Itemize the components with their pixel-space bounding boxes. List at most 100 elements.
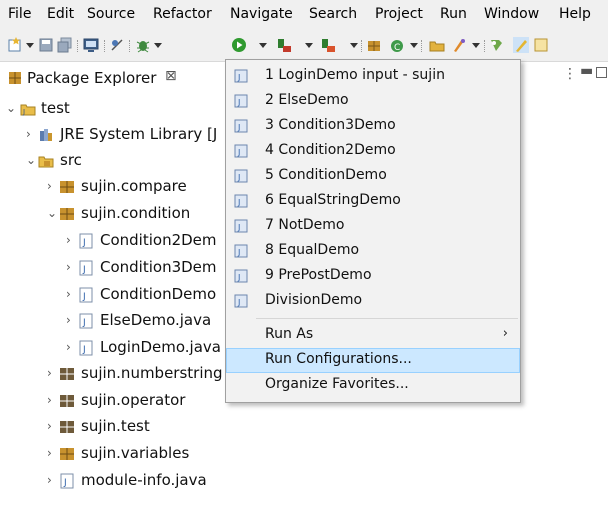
svg-text:J: J bbox=[82, 238, 86, 248]
package-icon bbox=[59, 446, 75, 462]
debug-dropdown-arrow[interactable] bbox=[154, 43, 162, 48]
run-history-label: 4 Condition2Demo bbox=[265, 142, 396, 158]
tree-item-java-file[interactable]: › J ConditionDemo bbox=[66, 284, 226, 306]
tree-item-java-file[interactable]: › J Condition3Dem bbox=[66, 257, 226, 279]
svg-text:J: J bbox=[82, 345, 86, 355]
new-dropdown-arrow[interactable] bbox=[26, 43, 34, 48]
run-history-item[interactable]: J 8 EqualDemo bbox=[226, 239, 520, 264]
new-java-package-icon[interactable] bbox=[366, 37, 382, 53]
external-tools-dropdown-arrow[interactable] bbox=[350, 43, 358, 48]
coverage-dropdown-arrow[interactable] bbox=[305, 43, 313, 48]
run-history-item[interactable]: J 6 EqualStringDemo bbox=[226, 189, 520, 214]
run-history-label: 3 Condition3Demo bbox=[265, 117, 396, 133]
chevron-right-icon[interactable]: › bbox=[47, 393, 57, 407]
chevron-down-icon[interactable]: ⌄ bbox=[26, 153, 36, 167]
menu-window[interactable]: Window bbox=[484, 6, 539, 22]
save-all-icon[interactable] bbox=[57, 37, 73, 53]
tree-item-java-file[interactable]: › J ElseDemo.java bbox=[66, 310, 226, 332]
java-launch-icon: J bbox=[234, 244, 248, 258]
run-dropdown-arrow[interactable] bbox=[259, 43, 267, 48]
coverage-icon[interactable] bbox=[276, 37, 292, 53]
toggle-mark-occurrences-icon[interactable] bbox=[513, 37, 529, 53]
organize-favorites-item[interactable]: Organize Favorites... bbox=[226, 373, 520, 398]
run-history-item[interactable]: J 9 PrePostDemo bbox=[226, 264, 520, 289]
chevron-right-icon[interactable]: › bbox=[66, 260, 76, 274]
tree-item-package[interactable]: › sujin.operator bbox=[47, 390, 227, 412]
annotation-icon[interactable] bbox=[488, 37, 504, 53]
package-icon bbox=[59, 366, 75, 382]
tree-item-package[interactable]: › sujin.numberstring bbox=[47, 363, 227, 385]
menu-run[interactable]: Run bbox=[440, 6, 467, 22]
menu-source[interactable]: Source bbox=[87, 6, 135, 22]
external-tools-icon[interactable] bbox=[320, 37, 336, 53]
chevron-down-icon[interactable]: ⌄ bbox=[47, 206, 57, 220]
tree-item-java-file[interactable]: › J module-info.java bbox=[47, 470, 227, 492]
terminal-icon[interactable] bbox=[83, 37, 99, 53]
view-menu-icon[interactable]: ⋮ bbox=[563, 66, 577, 82]
tree-item-package[interactable]: › sujin.compare bbox=[47, 176, 227, 198]
chevron-right-icon[interactable]: › bbox=[66, 233, 76, 247]
java-launch-icon: J bbox=[234, 294, 248, 308]
chevron-right-icon[interactable]: › bbox=[66, 287, 76, 301]
menu-file[interactable]: File bbox=[8, 6, 31, 22]
save-icon[interactable] bbox=[38, 37, 54, 53]
menu-project[interactable]: Project bbox=[375, 6, 423, 22]
svg-text:J: J bbox=[82, 265, 86, 275]
tree-item-src[interactable]: ⌄ src bbox=[26, 150, 226, 172]
tree-label: ConditionDemo bbox=[100, 285, 217, 303]
tree-item-java-file[interactable]: › J Condition2Dem bbox=[66, 230, 226, 252]
new-java-class-icon[interactable]: C bbox=[389, 37, 405, 53]
editor-icon[interactable] bbox=[533, 37, 549, 53]
maximize-icon[interactable] bbox=[596, 67, 607, 78]
close-icon[interactable]: ⊠ bbox=[165, 68, 177, 84]
menu-refactor[interactable]: Refactor bbox=[153, 6, 212, 22]
skip-breakpoints-icon[interactable] bbox=[109, 37, 125, 53]
tree-item-jre-library[interactable]: › JRE System Library [J bbox=[26, 124, 226, 146]
run-history-item[interactable]: J 4 Condition2Demo bbox=[226, 139, 520, 164]
chevron-right-icon[interactable]: › bbox=[47, 179, 57, 193]
tree-item-java-file[interactable]: › J LoginDemo.java bbox=[66, 337, 226, 359]
menu-navigate[interactable]: Navigate bbox=[230, 6, 293, 22]
run-history-item[interactable]: J 3 Condition3Demo bbox=[226, 114, 520, 139]
chevron-right-icon[interactable]: › bbox=[66, 313, 76, 327]
svg-text:J: J bbox=[237, 98, 240, 107]
java-file-icon: J bbox=[78, 313, 94, 329]
minimize-icon[interactable]: ▬ bbox=[580, 63, 593, 79]
tree-item-package[interactable]: › sujin.test bbox=[47, 416, 227, 438]
chevron-right-icon[interactable]: › bbox=[47, 419, 57, 433]
chevron-right-icon[interactable]: › bbox=[26, 127, 36, 141]
tree-label: module-info.java bbox=[81, 471, 207, 489]
menu-help[interactable]: Help bbox=[559, 6, 591, 22]
chevron-right-icon[interactable]: › bbox=[66, 340, 76, 354]
run-configurations-item[interactable]: Run Configurations... bbox=[226, 348, 520, 373]
chevron-right-icon[interactable]: › bbox=[47, 473, 57, 487]
run-history-label: 1 LoginDemo input - sujin bbox=[265, 67, 445, 83]
open-type-icon[interactable] bbox=[429, 37, 445, 53]
tree-label: test bbox=[41, 99, 70, 117]
menu-edit[interactable]: Edit bbox=[47, 6, 74, 22]
run-history-item[interactable]: J 2 ElseDemo bbox=[226, 89, 520, 114]
java-file-icon: J bbox=[78, 340, 94, 356]
menu-search[interactable]: Search bbox=[309, 6, 357, 22]
run-icon[interactable] bbox=[231, 37, 247, 53]
search-icon[interactable] bbox=[451, 37, 467, 53]
tree-item-project[interactable]: ⌄ J test bbox=[6, 98, 226, 120]
run-as-item[interactable]: Run As › bbox=[226, 323, 520, 348]
tree-item-package[interactable]: › sujin.variables bbox=[47, 443, 227, 465]
package-explorer-title[interactable]: Package Explorer bbox=[27, 69, 156, 87]
tree-label: sujin.operator bbox=[81, 391, 186, 409]
run-history-item[interactable]: J DivisionDemo bbox=[226, 289, 520, 314]
run-history-item[interactable]: J 5 ConditionDemo bbox=[226, 164, 520, 189]
run-history-item[interactable]: J 1 LoginDemo input - sujin bbox=[226, 64, 520, 89]
new-class-dropdown-arrow[interactable] bbox=[410, 43, 418, 48]
chevron-right-icon[interactable]: › bbox=[47, 446, 57, 460]
chevron-down-icon[interactable]: ⌄ bbox=[6, 101, 16, 115]
search-dropdown-arrow[interactable] bbox=[472, 43, 480, 48]
run-history-item[interactable]: J 7 NotDemo bbox=[226, 214, 520, 239]
tree-item-package[interactable]: ⌄ sujin.condition bbox=[47, 203, 227, 225]
source-folder-icon bbox=[38, 153, 54, 169]
debug-icon[interactable] bbox=[135, 37, 151, 53]
new-icon[interactable] bbox=[7, 37, 23, 53]
chevron-right-icon[interactable]: › bbox=[47, 366, 57, 380]
run-dropdown-menu: J 1 LoginDemo input - sujin J 2 ElseDemo… bbox=[225, 59, 521, 403]
